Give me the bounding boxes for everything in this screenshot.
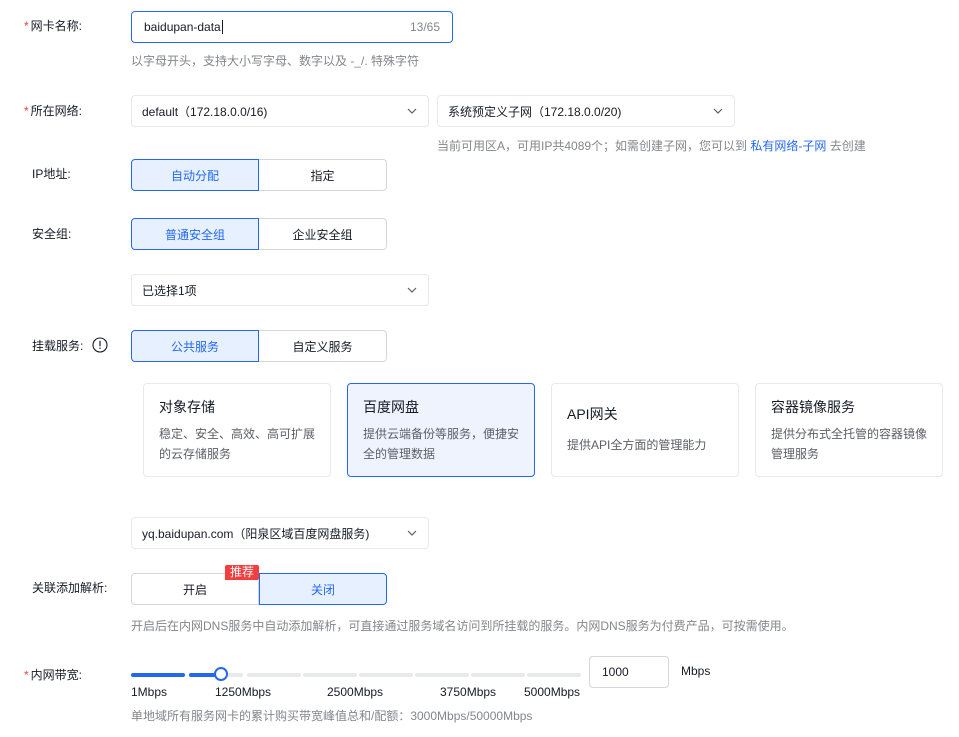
recommend-badge: 推荐 (224, 565, 259, 580)
vpc-select[interactable]: default（172.18.0.0/16) (131, 95, 429, 127)
enterprise-security-group-option[interactable]: 企业安全组 (259, 218, 387, 250)
slider-track-segment (527, 673, 581, 677)
slider-tick-label: 2500Mbps (327, 685, 384, 699)
public-service-option[interactable]: 公共服务 (131, 330, 259, 362)
nic-name-input[interactable]: baidupan-data 13/65 (131, 11, 453, 43)
mount-service-segmented: 公共服务 自定义服务 (131, 330, 387, 362)
ip-auto-option[interactable]: 自动分配 (131, 159, 259, 191)
bandwidth-input[interactable]: 1000 (589, 656, 669, 688)
service-card-object-storage[interactable]: 对象存储 稳定、安全、高效、高可扩展的云存储服务 (143, 383, 331, 477)
ip-address-segmented: 自动分配 指定 (131, 159, 387, 191)
slider-tick-label: 1250Mbps (215, 685, 272, 699)
service-card-baidu-netdisk[interactable]: 百度网盘 提供云端备份等服务，便捷安全的管理数据 (347, 383, 535, 477)
chevron-down-icon (407, 108, 417, 114)
service-endpoint-select[interactable]: yq.baidupan.com（阳泉区域百度网盘服务) (131, 517, 429, 549)
security-group-select[interactable]: 已选择1项 (131, 274, 429, 306)
chevron-down-icon (713, 108, 723, 114)
bandwidth-slider[interactable] (131, 660, 581, 684)
network-hint: 当前可用区A，可用IP共4089个；如需创建子网，您可以到 私有网络-子网 去创… (437, 139, 866, 153)
slider-tick-label: 3750Mbps (440, 685, 497, 699)
mount-service-label: 挂载服务: (32, 339, 84, 353)
dns-label: 关联添加解析: (32, 581, 108, 595)
slider-tick-label: 1Mbps (131, 685, 168, 699)
dns-hint: 开启后在内网DNS服务中自动添加解析，可直接通过服务域名访问到所挂载的服务。内网… (131, 619, 794, 633)
bandwidth-hint: 单地域所有服务网卡的累计购买带宽峰值总和/配额：3000Mbps/50000Mb… (131, 709, 533, 723)
slider-tick-label: 5000Mbps (524, 685, 581, 699)
text-caret (221, 20, 223, 35)
slider-track-segment (415, 673, 469, 677)
normal-security-group-option[interactable]: 普通安全组 (131, 218, 259, 250)
slider-track-segment (247, 673, 301, 677)
custom-service-option[interactable]: 自定义服务 (259, 330, 387, 362)
bandwidth-unit: Mbps (681, 664, 711, 678)
network-label: * 所在网络: (24, 104, 83, 118)
subnet-link[interactable]: 私有网络-子网 (750, 139, 826, 153)
dns-disable-option[interactable]: 关闭 (259, 573, 387, 605)
dns-segmented: 开启 推荐 关闭 (131, 565, 387, 605)
ip-address-label: IP地址: (32, 167, 71, 181)
chevron-down-icon (407, 530, 417, 536)
nic-name-hint: 以字母开头，支持大小写字母、数字以及 -_/. 特殊字符 (131, 54, 420, 68)
slider-track-segment (471, 673, 525, 677)
slider-track-segment (303, 673, 357, 677)
service-card-api-gateway[interactable]: API网关 提供API全方面的管理能力 (551, 383, 739, 477)
nic-name-counter: 13/65 (409, 20, 440, 34)
slider-track-segment (359, 673, 413, 677)
slider-fill (131, 673, 185, 677)
info-icon[interactable] (92, 337, 108, 353)
service-card-container-registry[interactable]: 容器镜像服务 提供分布式全托管的容器镜像管理服务 (755, 383, 943, 477)
chevron-down-icon (407, 287, 417, 293)
dns-enable-option[interactable]: 开启 推荐 (131, 565, 259, 605)
security-group-label: 安全组: (32, 227, 72, 241)
slider-thumb[interactable] (213, 667, 228, 681)
bandwidth-label: * 内网带宽: (24, 668, 83, 682)
ip-manual-option[interactable]: 指定 (259, 159, 387, 191)
nic-name-label: * 网卡名称: (24, 19, 83, 33)
security-group-segmented: 普通安全组 企业安全组 (131, 218, 387, 250)
subnet-select[interactable]: 系统预定义子网（172.18.0.0/20) (437, 95, 735, 127)
